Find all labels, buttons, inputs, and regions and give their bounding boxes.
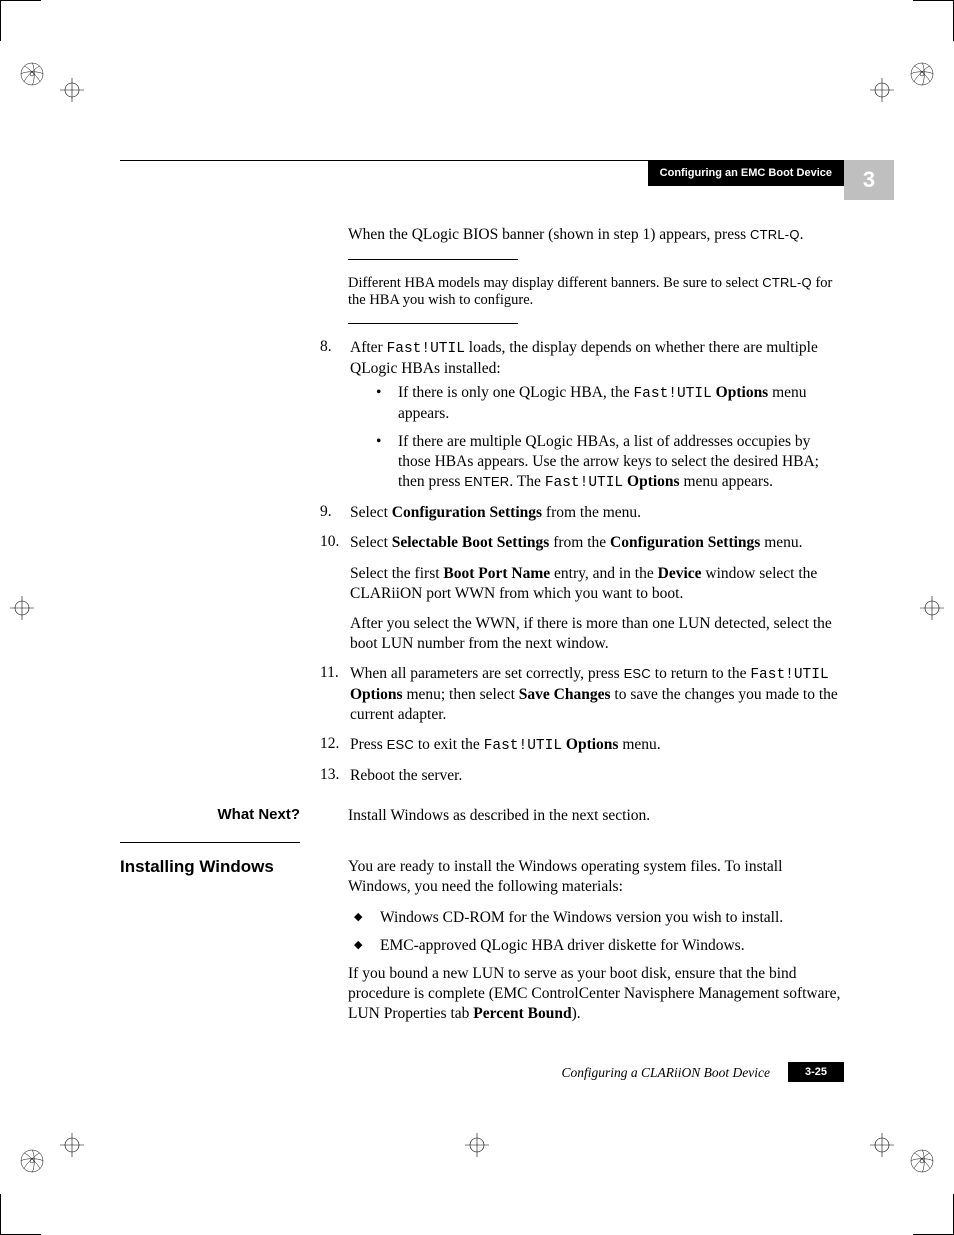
page: Configuring an EMC Boot Device 3 When th… — [0, 0, 954, 1235]
step-text: Select the first Boot Port Name entry, a… — [350, 564, 844, 604]
step-8: 8. After Fast!UTIL loads, the display de… — [320, 338, 844, 493]
bullet-list: If there is only one QLogic HBA, the Fas… — [376, 383, 844, 493]
keycap: CTRL-Q — [750, 227, 800, 242]
crop-mark-icon — [0, 1194, 41, 1235]
registration-cross-icon — [60, 1133, 84, 1157]
crop-mark-icon — [0, 0, 41, 41]
running-header-text: Configuring an EMC Boot Device — [660, 167, 832, 179]
keycap: CTRL-Q — [762, 275, 812, 290]
footer-title: Configuring a CLARiiON Boot Device — [562, 1065, 771, 1081]
list-item: Windows CD-ROM for the Windows version y… — [348, 908, 844, 928]
registration-cross-icon — [920, 596, 944, 620]
text: When the QLogic BIOS banner (shown in st… — [348, 226, 750, 243]
registration-cross-icon — [870, 78, 894, 102]
registration-rosette-icon — [910, 62, 934, 86]
step-number: 12. — [320, 735, 339, 753]
numbered-steps: 8. After Fast!UTIL loads, the display de… — [320, 338, 844, 786]
what-next-body: Install Windows as described in the next… — [348, 806, 844, 826]
note-rule — [348, 259, 518, 260]
registration-rosette-icon — [910, 1149, 934, 1173]
install-p1: You are ready to install the Windows ope… — [348, 857, 844, 897]
what-next-section: What Next? Install Windows as described … — [120, 796, 844, 843]
registration-cross-icon — [870, 1133, 894, 1157]
text: . — [800, 226, 804, 243]
crop-mark-icon — [913, 0, 954, 41]
list-item: If there is only one QLogic HBA, the Fas… — [376, 383, 844, 424]
side-heading: What Next? — [120, 806, 324, 823]
registration-rosette-icon — [20, 1149, 44, 1173]
step-10: 10. Select Selectable Boot Settings from… — [320, 533, 844, 654]
step-text: Select Selectable Boot Settings from the… — [350, 533, 844, 553]
chapter-number-badge: 3 — [844, 160, 894, 200]
step-number: 9. — [320, 503, 332, 521]
step-13: 13. Reboot the server. — [320, 766, 844, 786]
footer: Configuring a CLARiiON Boot Device 3-25 — [0, 1065, 844, 1085]
step-11: 11. When all parameters are set correctl… — [320, 664, 844, 725]
install-p2: If you bound a new LUN to serve as your … — [348, 964, 844, 1024]
step-text: After Fast!UTIL loads, the display depen… — [350, 339, 818, 377]
side-heading-block: Installing Windows — [120, 857, 324, 877]
registration-cross-icon — [10, 596, 34, 620]
note-paragraph: Different HBA models may display differe… — [348, 275, 844, 309]
registration-cross-icon — [465, 1133, 489, 1157]
page-number-badge: 3-25 — [788, 1062, 844, 1082]
step-text: When all parameters are set correctly, p… — [350, 665, 838, 723]
step-text: Select Configuration Settings from the m… — [350, 504, 641, 521]
step-number: 13. — [320, 766, 339, 784]
list-item: If there are multiple QLogic HBAs, a lis… — [376, 432, 844, 493]
text: Different HBA models may display differe… — [348, 275, 762, 291]
registration-rosette-icon — [20, 62, 44, 86]
step-number: 8. — [320, 338, 332, 356]
step-12: 12. Press ESC to exit the Fast!UTIL Opti… — [320, 735, 844, 756]
side-heading: Installing Windows — [120, 857, 324, 877]
crop-mark-icon — [913, 1194, 954, 1235]
diamond-list: Windows CD-ROM for the Windows version y… — [348, 908, 844, 956]
chapter-number: 3 — [863, 167, 875, 193]
registration-cross-icon — [60, 78, 84, 102]
intro-paragraph: When the QLogic BIOS banner (shown in st… — [348, 225, 844, 245]
step-number: 11. — [320, 664, 339, 682]
installing-windows-section: Installing Windows You are ready to inst… — [120, 843, 844, 1034]
step-text: Reboot the server. — [350, 767, 462, 784]
page-number: 3-25 — [805, 1066, 827, 1078]
note-rule — [348, 323, 518, 324]
step-text: After you select the WWN, if there is mo… — [350, 614, 844, 654]
step-text: Press ESC to exit the Fast!UTIL Options … — [350, 736, 661, 753]
step-9: 9. Select Configuration Settings from th… — [320, 503, 844, 523]
step-number: 10. — [320, 533, 339, 551]
running-header: Configuring an EMC Boot Device — [648, 160, 844, 186]
body: When the QLogic BIOS banner (shown in st… — [120, 225, 844, 1034]
list-item: EMC-approved QLogic HBA driver diskette … — [348, 936, 844, 956]
side-heading-block: What Next? — [120, 806, 324, 823]
